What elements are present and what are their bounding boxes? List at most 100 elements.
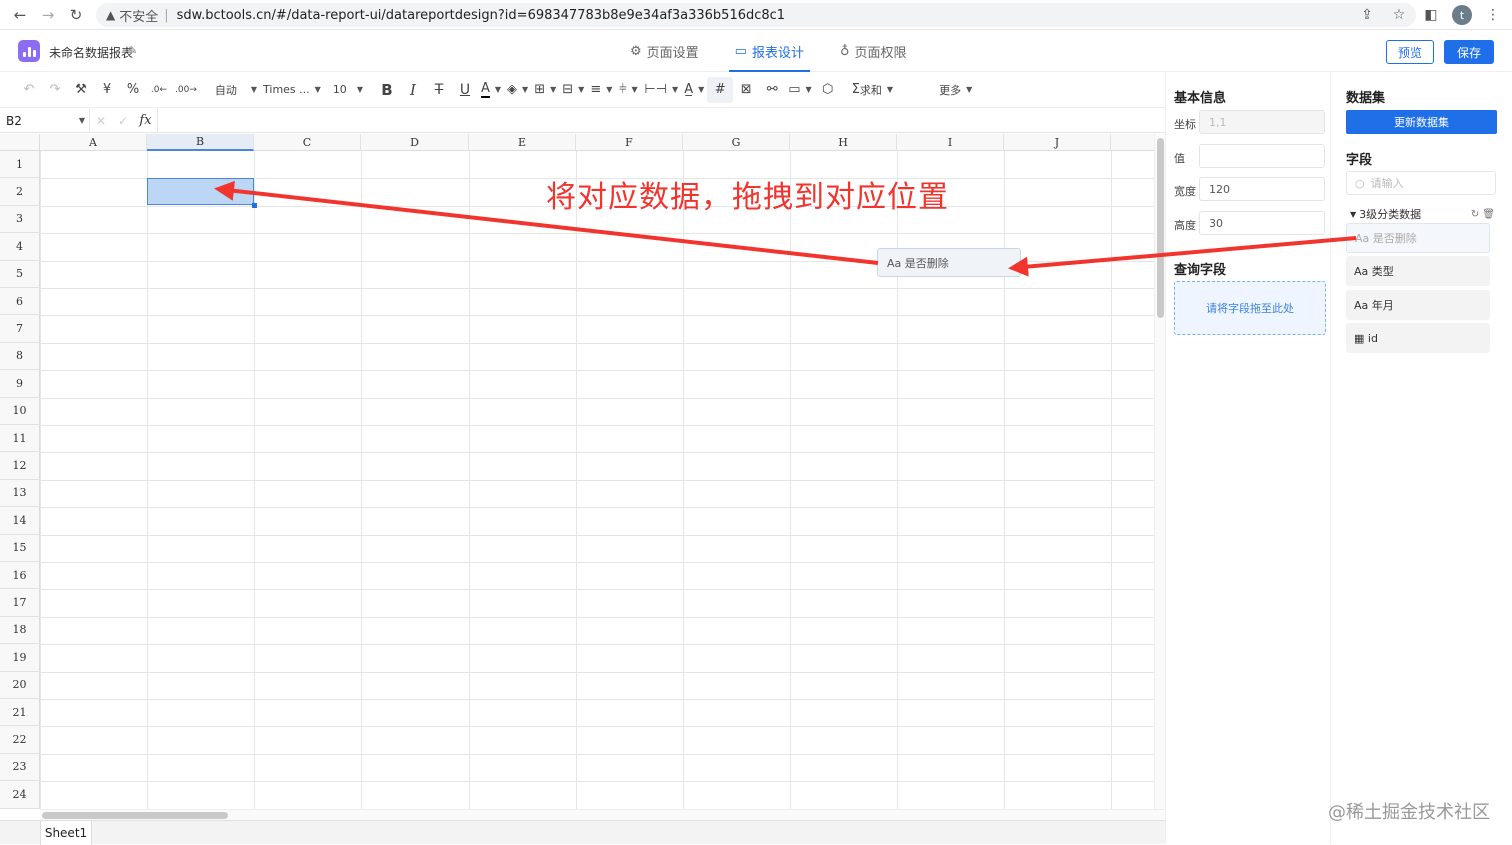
redo-icon[interactable]: ↷ — [42, 77, 68, 103]
bold-icon[interactable]: B — [374, 77, 400, 103]
row-header[interactable]: 10 — [0, 398, 40, 425]
decrease-decimal-icon[interactable]: .0← — [146, 77, 172, 103]
dragging-field-chip[interactable]: Aa 是否删除 — [877, 248, 1021, 277]
text-wrap-icon[interactable]: ⊢⊣▼ — [641, 77, 681, 103]
text-rotate-icon[interactable]: A̲▼ — [681, 77, 707, 103]
link-icon[interactable]: ⚯ — [759, 77, 785, 103]
confirm-formula-icon[interactable]: ✓ — [112, 114, 134, 128]
italic-icon[interactable]: I — [400, 77, 426, 103]
row-header[interactable]: 11 — [0, 425, 40, 452]
more-button[interactable]: 更多▼ — [936, 77, 975, 103]
cell-name-box[interactable]: B2 ▼ — [0, 109, 90, 133]
vertical-align-icon[interactable]: ⫩▼ — [615, 77, 641, 103]
column-header[interactable]: A — [40, 134, 147, 151]
row-header[interactable]: 3 — [0, 206, 40, 233]
vertical-scrollbar[interactable] — [1154, 134, 1165, 809]
row-header[interactable]: 5 — [0, 261, 40, 288]
star-icon[interactable]: ☆ — [1388, 4, 1410, 26]
address-bar[interactable]: ▲ 不安全 | sdw.bctools.cn/#/data-report-ui/… — [96, 3, 1416, 27]
cube-icon[interactable]: ⬡ — [815, 77, 841, 103]
row-header[interactable]: 13 — [0, 480, 40, 507]
horizontal-scrollbar[interactable] — [40, 809, 1165, 820]
row-header[interactable]: 1 — [0, 151, 40, 178]
currency-icon[interactable]: ¥ — [94, 77, 120, 103]
merge-cells-icon[interactable]: ⊟▼ — [559, 77, 587, 103]
fx-icon[interactable]: fx — [134, 109, 158, 133]
column-header[interactable]: B — [147, 134, 254, 151]
column-header[interactable]: G — [683, 134, 790, 151]
reload-icon[interactable]: ↻ — [62, 0, 90, 30]
edit-name-icon[interactable]: ✎ — [128, 44, 137, 57]
field-search-input[interactable]: ○ 请输入 — [1346, 171, 1496, 195]
row-header[interactable]: 18 — [0, 617, 40, 644]
row-header[interactable]: 17 — [0, 589, 40, 616]
column-header[interactable]: C — [254, 134, 361, 151]
row-header[interactable]: 4 — [0, 233, 40, 260]
side-panel-icon[interactable]: ◧ — [1420, 4, 1442, 26]
field-item-id[interactable]: ▦ id — [1346, 323, 1490, 353]
column-header[interactable]: E — [469, 134, 576, 151]
row-header[interactable]: 7 — [0, 315, 40, 342]
refresh-delete-icons[interactable]: ↻🗑 — [1471, 209, 1498, 220]
tab-page-settings[interactable]: ⚙ 页面设置 — [612, 30, 717, 72]
row-header[interactable]: 20 — [0, 672, 40, 699]
sheet-tab[interactable]: Sheet1 — [40, 821, 92, 845]
underline-icon[interactable]: U — [452, 77, 478, 103]
format-painter-icon[interactable]: ⚒ — [68, 77, 94, 103]
comment-icon[interactable]: ▭▼ — [785, 77, 814, 103]
value-field[interactable] — [1199, 144, 1325, 168]
row-header[interactable]: 12 — [0, 452, 40, 479]
refresh-dataset-button[interactable]: 更新数据集 — [1346, 110, 1497, 134]
gridlines-icon[interactable]: # — [707, 77, 733, 103]
row-header[interactable]: 6 — [0, 288, 40, 315]
font-color-icon[interactable]: A▼ — [478, 77, 504, 103]
row-header[interactable]: 22 — [0, 726, 40, 753]
save-button[interactable]: 保存 — [1444, 40, 1494, 64]
horizontal-scroll-thumb[interactable] — [42, 812, 228, 819]
column-header[interactable]: H — [790, 134, 897, 151]
border-icon[interactable]: ⊞▼ — [531, 77, 559, 103]
number-format-select[interactable]: 自动▼ — [212, 77, 260, 103]
undo-icon[interactable]: ↶ — [16, 77, 42, 103]
sum-function-button[interactable]: Σ求和▼ — [849, 77, 896, 103]
forward-arrow-icon[interactable]: → — [34, 0, 62, 30]
fill-color-icon[interactable]: ◈▼ — [504, 77, 531, 103]
fill-handle[interactable] — [252, 203, 257, 208]
kebab-menu-icon[interactable]: ⋮ — [1482, 4, 1504, 26]
row-header[interactable]: 16 — [0, 562, 40, 589]
profile-avatar[interactable]: t — [1452, 5, 1472, 25]
row-header[interactable]: 23 — [0, 754, 40, 781]
width-field[interactable]: 120 — [1199, 177, 1325, 201]
tab-page-permissions[interactable]: ♁ 页面权限 — [822, 30, 925, 72]
row-header[interactable]: 9 — [0, 370, 40, 397]
spreadsheet-grid[interactable]: ABCDEFGHIJ 1 23 45678910111213141516171819… — [0, 134, 1154, 809]
field-item-yearmonth[interactable]: Aa 年月 — [1346, 290, 1490, 320]
preview-button[interactable]: 预览 — [1386, 40, 1434, 64]
column-header[interactable]: D — [361, 134, 469, 151]
column-header[interactable]: J — [1004, 134, 1111, 151]
font-size-select[interactable]: 10▼ — [330, 77, 366, 103]
formula-input[interactable] — [158, 109, 1165, 133]
row-header[interactable]: 24 — [0, 781, 40, 808]
insert-image-icon[interactable]: ⊠ — [733, 77, 759, 103]
vertical-scroll-thumb[interactable] — [1157, 138, 1164, 318]
field-item-ghost[interactable]: Aa 是否删除 — [1346, 223, 1490, 253]
share-icon[interactable]: ⇪ — [1356, 4, 1378, 26]
height-field[interactable]: 30 — [1199, 211, 1325, 235]
row-header[interactable]: 15 — [0, 535, 40, 562]
dataset-tree-node[interactable]: ▼ 3级分类数据 ↻🗑 — [1350, 206, 1498, 222]
column-header[interactable]: I — [897, 134, 1004, 151]
column-header[interactable]: F — [576, 134, 683, 151]
row-header[interactable]: 19 — [0, 644, 40, 671]
font-family-select[interactable]: Times ...▼ — [260, 77, 324, 103]
percent-icon[interactable]: % — [120, 77, 146, 103]
row-header[interactable]: 21 — [0, 699, 40, 726]
row-header[interactable]: 14 — [0, 507, 40, 534]
horizontal-align-icon[interactable]: ≡▼ — [587, 77, 615, 103]
row-header[interactable]: 8 — [0, 343, 40, 370]
select-all-corner[interactable] — [0, 134, 40, 151]
field-item-type[interactable]: Aa 类型 — [1346, 256, 1490, 286]
cancel-formula-icon[interactable]: ✕ — [90, 114, 112, 128]
tab-report-design[interactable]: ▭ 报表设计 — [717, 30, 822, 72]
strikethrough-icon[interactable]: T — [426, 77, 452, 103]
